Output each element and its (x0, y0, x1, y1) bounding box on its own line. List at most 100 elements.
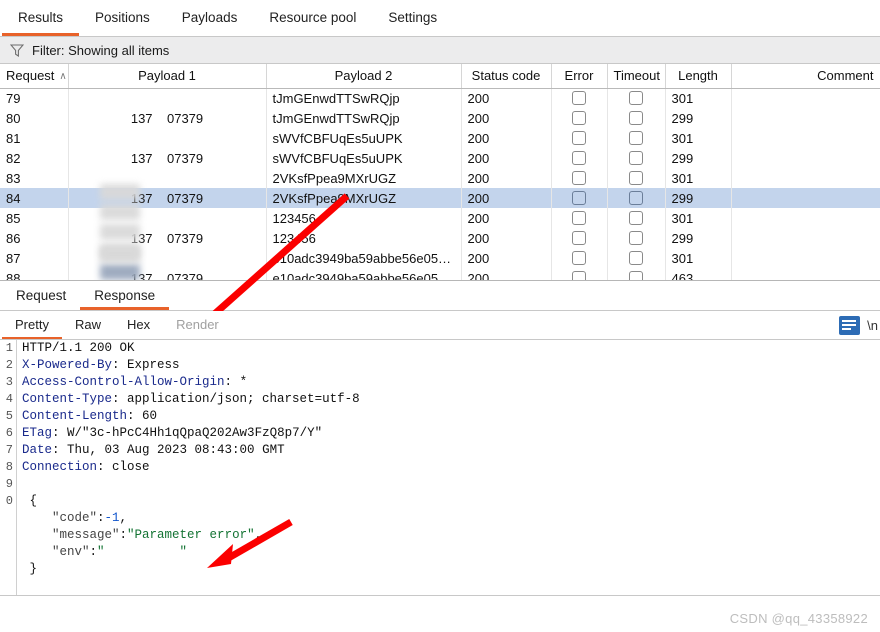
column-header-timeout[interactable]: Timeout (607, 64, 666, 89)
table-row[interactable]: 84 137 07379 2VKsfPpea9MXrUGZ 200 299 (0, 188, 880, 208)
cell-payload2: 123456 (266, 228, 462, 248)
cell-status-code: 200 (461, 248, 552, 268)
timeout-checkbox[interactable] (629, 170, 643, 185)
table-row[interactable]: 87 e10adc3949ba59abbe56e05… 200 301 (0, 248, 880, 268)
tab-results[interactable]: Results (2, 0, 80, 36)
cell-length: 301 (665, 128, 732, 148)
timeout-checkbox[interactable] (629, 230, 643, 245)
response-body-viewer[interactable]: 1 2 3 4 5 6 7 8 9 0 HTTP/1.1 200 OK X-Powered-By: … (0, 340, 880, 596)
cell-payload1 (68, 168, 267, 188)
view-tab-hex[interactable]: Hex (114, 311, 163, 339)
cell-payload1 (68, 128, 267, 148)
timeout-checkbox[interactable] (629, 250, 643, 265)
error-checkbox[interactable] (572, 150, 586, 165)
cell-payload2: 123456 (266, 208, 462, 228)
cell-payload2: tJmGEnwdTTSwRQjp (266, 88, 462, 108)
header-colon: : (97, 460, 105, 474)
timeout-checkbox[interactable] (629, 90, 643, 105)
cell-request: 88 (0, 268, 69, 280)
table-row[interactable]: 83 2VKsfPpea9MXrUGZ 200 301 (0, 168, 880, 188)
cell-request: 86 (0, 228, 69, 248)
response-header-line: HTTP/1.1 200 OK (22, 340, 880, 357)
error-checkbox[interactable] (572, 230, 586, 245)
tab-payloads[interactable]: Payloads (166, 0, 254, 36)
word-wrap-icon[interactable] (839, 316, 861, 335)
line-number: 7 (5, 443, 13, 457)
table-row[interactable]: 79 tJmGEnwdTTSwRQjp 200 301 (0, 88, 880, 108)
cell-payload1: 137 07379 (68, 188, 267, 208)
column-header-payload1[interactable]: Payload 1 (68, 64, 267, 89)
timeout-checkbox[interactable] (629, 150, 643, 165)
timeout-checkbox[interactable] (629, 130, 643, 145)
header-value: close (104, 460, 150, 474)
cell-comment (731, 228, 880, 248)
intruder-tab-bar: Results Positions Payloads Resource pool… (0, 0, 880, 37)
cell-status-code: 200 (461, 128, 552, 148)
newline-label[interactable]: \n (867, 318, 878, 333)
response-header-line: Content-Length: 60 (22, 408, 880, 425)
results-table-body: 79 tJmGEnwdTTSwRQjp 200 301 80 137 07379 tJmGE… (0, 88, 880, 280)
cell-status-code: 200 (461, 228, 552, 248)
table-row[interactable]: 86 137 07379 123456 200 299 (0, 228, 880, 248)
header-value: 60 (134, 409, 158, 423)
view-tab-pretty[interactable]: Pretty (2, 311, 62, 339)
tab-positions[interactable]: Positions (79, 0, 166, 36)
json-redacted-close: " (104, 545, 188, 559)
response-code-area[interactable]: HTTP/1.1 200 OK X-Powered-By: Express Acce… (22, 340, 880, 596)
column-header-payload2[interactable]: Payload 2 (266, 64, 462, 89)
results-table-container[interactable]: Request ∧ Payload 1 Payload 2 Status code… (0, 64, 880, 281)
column-header-error[interactable]: Error (551, 64, 608, 89)
error-checkbox[interactable] (572, 190, 586, 205)
line-number: 9 (5, 477, 13, 491)
cell-payload2: e10adc3949ba59abbe56e05… (266, 248, 462, 268)
timeout-checkbox[interactable] (629, 190, 643, 205)
cell-status-code: 200 (461, 188, 552, 208)
error-checkbox[interactable] (572, 270, 586, 280)
cell-request: 82 (0, 148, 69, 168)
cell-payload1 (68, 248, 267, 268)
table-row[interactable]: 88 137 07379 e10adc3949ba59abbe56e05… 200 46… (0, 268, 880, 280)
tab-response[interactable]: Response (80, 281, 170, 310)
tab-settings[interactable]: Settings (372, 0, 453, 36)
json-entry-line: "env":" " (22, 544, 880, 561)
error-checkbox[interactable] (572, 250, 586, 265)
error-checkbox[interactable] (572, 130, 586, 145)
column-header-status-code[interactable]: Status code (461, 64, 552, 89)
cell-timeout (607, 188, 666, 208)
timeout-checkbox[interactable] (629, 110, 643, 125)
json-colon: : (97, 511, 105, 525)
tab-resource-pool[interactable]: Resource pool (253, 0, 372, 36)
tab-request[interactable]: Request (2, 281, 80, 310)
table-row[interactable]: 85 123456 200 301 (0, 208, 880, 228)
funnel-icon (10, 43, 24, 57)
table-row[interactable]: 82 137 07379 sWVfCBFUqEs5uUPK 200 299 (0, 148, 880, 168)
header-value: application/json; charset=utf-8 (119, 392, 360, 406)
error-checkbox[interactable] (572, 90, 586, 105)
table-row[interactable]: 80 137 07379 tJmGEnwdTTSwRQjp 200 299 (0, 108, 880, 128)
column-header-length[interactable]: Length (665, 64, 732, 89)
header-name: Access-Control-Allow-Origin (22, 375, 225, 389)
error-checkbox[interactable] (572, 210, 586, 225)
timeout-checkbox[interactable] (629, 210, 643, 225)
error-checkbox[interactable] (572, 170, 586, 185)
table-row[interactable]: 81 sWVfCBFUqEs5uUPK 200 301 (0, 128, 880, 148)
results-table: Request ∧ Payload 1 Payload 2 Status code… (0, 64, 880, 280)
filter-bar[interactable]: Filter: Showing all items (0, 37, 880, 64)
column-header-comment[interactable]: Comment (731, 64, 880, 89)
error-checkbox[interactable] (572, 110, 586, 125)
cell-error (551, 208, 608, 228)
line-number: 3 (5, 375, 13, 389)
timeout-checkbox[interactable] (629, 270, 643, 280)
header-colon: : (112, 392, 120, 406)
view-tab-raw[interactable]: Raw (62, 311, 114, 339)
header-value: * (232, 375, 248, 389)
response-header-line: Connection: close (22, 459, 880, 476)
sort-ascending-icon: ∧ (59, 71, 67, 83)
view-bar-right-controls: \n (839, 311, 880, 340)
cell-error (551, 88, 608, 108)
brace: { (22, 494, 38, 508)
column-header-request[interactable]: Request ∧ (0, 64, 69, 89)
response-header-line: Access-Control-Allow-Origin: * (22, 374, 880, 391)
cell-request: 85 (0, 208, 69, 228)
view-tab-render[interactable]: Render (163, 311, 232, 339)
